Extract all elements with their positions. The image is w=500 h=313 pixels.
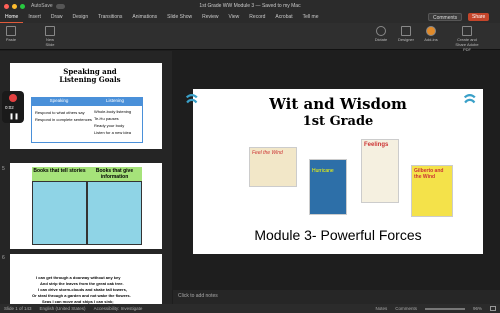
speaking-header: Speaking bbox=[31, 97, 87, 105]
listening-item: Listen for a new idea bbox=[94, 130, 131, 135]
notes-placeholder: Click to add notes bbox=[178, 293, 218, 299]
slide-editor[interactable]: ꩰ ꩰ Wit and Wisdom 1st Grade Feel the Wi… bbox=[173, 51, 500, 290]
notes-toggle[interactable]: Notes bbox=[375, 306, 387, 311]
tab-acrobat[interactable]: Acrobat bbox=[270, 12, 297, 23]
status-bar: Slide 1 of 143 English (United States) A… bbox=[0, 304, 500, 313]
comments-label: Comments bbox=[433, 15, 458, 21]
ribbon-tabs: Home Insert Draw Design Transitions Animation… bbox=[0, 12, 500, 23]
new-slide-button[interactable]: New Slide bbox=[42, 26, 58, 47]
speaking-item: Respond in complete sentences bbox=[35, 117, 92, 122]
pause-icon[interactable]: ❚❚ bbox=[9, 113, 19, 120]
comments-toggle[interactable]: Comments bbox=[395, 306, 417, 311]
designer-label: Designer bbox=[397, 37, 414, 42]
book-cover-hurricane: Hurricane bbox=[309, 159, 347, 215]
addins-label: Add-ins bbox=[424, 37, 438, 42]
speaking-listening-title: Speaking and Listening Goals bbox=[59, 67, 121, 84]
share-label: Share bbox=[472, 14, 486, 20]
slide-subtitle: Module 3- Powerful Forces bbox=[254, 227, 422, 243]
addins-icon bbox=[426, 26, 436, 36]
notes-pane[interactable]: Click to add notes bbox=[173, 290, 500, 304]
ribbon-toolbar: Paste New Slide Dictate Designer Add-ins… bbox=[0, 23, 500, 52]
tab-transitions[interactable]: Transitions bbox=[93, 12, 127, 23]
zoom-slider[interactable] bbox=[424, 307, 465, 310]
title-bar: AutoSave 1st Grade WW Module 3 — Saved t… bbox=[0, 0, 500, 12]
current-slide[interactable]: ꩰ ꩰ Wit and Wisdom 1st Grade Feel the Wi… bbox=[193, 89, 483, 254]
accessibility-checker[interactable]: Accessibility: Investigate bbox=[94, 306, 143, 311]
tab-design[interactable]: Design bbox=[68, 12, 94, 23]
stories-header: Books that tell stories bbox=[32, 167, 87, 181]
book-title: Gilberto and the Wind bbox=[414, 168, 444, 180]
slide-thumbnail-6[interactable]: I can get through a doorway without any … bbox=[10, 254, 162, 304]
speaking-item: Respond to what others say bbox=[35, 110, 85, 115]
language-indicator[interactable]: English (United States) bbox=[40, 306, 86, 311]
comments-button[interactable]: Comments bbox=[428, 13, 463, 21]
zoom-level[interactable]: 96% bbox=[473, 306, 482, 311]
new-slide-label: New Slide bbox=[45, 37, 55, 47]
book-cover-feelings: Feelings bbox=[361, 139, 399, 203]
adobe-pdf-icon bbox=[462, 26, 472, 36]
recording-timer: 0:02 bbox=[5, 105, 14, 110]
information-header: Books that give information bbox=[87, 167, 142, 181]
listening-header: Listening bbox=[87, 97, 143, 105]
addins-button[interactable]: Add-ins bbox=[422, 26, 440, 42]
poem-line: I can get through a doorway without any … bbox=[36, 275, 121, 280]
slide-counter: Slide 1 of 143 bbox=[4, 306, 32, 311]
share-button[interactable]: Share bbox=[468, 13, 490, 21]
adobe-pdf-label: Create and Share Adobe PDF bbox=[455, 37, 479, 52]
goals-table: Respond to what others say Respond in co… bbox=[31, 105, 143, 143]
slide-thumbnail-4[interactable]: Speaking and Listening Goals Speaking Li… bbox=[10, 63, 162, 149]
tab-insert[interactable]: Insert bbox=[23, 12, 46, 23]
designer-button[interactable]: Designer bbox=[397, 26, 415, 42]
book-title: Hurricane bbox=[312, 168, 334, 174]
listening-item: Whole-body listening bbox=[94, 109, 132, 114]
tab-draw[interactable]: Draw bbox=[46, 12, 68, 23]
slide-grade: 1st Grade bbox=[302, 114, 374, 129]
tab-slide-show[interactable]: Slide Show bbox=[162, 12, 197, 23]
microphone-icon bbox=[376, 26, 386, 36]
adobe-pdf-button[interactable]: Create and Share Adobe PDF bbox=[452, 26, 482, 52]
document-title: 1st Grade WW Module 3 — Saved to my Mac bbox=[199, 3, 301, 9]
slide-thumbnails-pane[interactable]: Speaking and Listening Goals Speaking Li… bbox=[0, 51, 172, 304]
record-button[interactable] bbox=[9, 94, 17, 102]
paste-button[interactable]: Paste bbox=[4, 26, 18, 42]
tab-record[interactable]: Record bbox=[244, 12, 270, 23]
clipboard-icon bbox=[6, 26, 16, 36]
tab-home[interactable]: Home bbox=[0, 12, 24, 23]
book-title: Feelings bbox=[364, 142, 389, 148]
listening-item: Ready your body bbox=[94, 123, 125, 128]
book-cover-gilberto: Gilberto and the Wind bbox=[411, 165, 453, 217]
recording-controls: 0:02 ❚❚ bbox=[2, 91, 24, 123]
poem-line: And strip the leaves from the great oak … bbox=[40, 281, 124, 286]
tab-review[interactable]: Review bbox=[197, 12, 223, 23]
tab-tell-me[interactable]: Tell me bbox=[298, 12, 324, 23]
designer-icon bbox=[401, 26, 411, 36]
book-cover-feel-the-wind: Feel the Wind bbox=[249, 147, 297, 187]
tab-view[interactable]: View bbox=[224, 12, 245, 23]
slide-thumbnail-5[interactable]: Books that tell stories Books that give … bbox=[10, 163, 162, 249]
paste-label: Paste bbox=[5, 37, 17, 42]
poem-line: I can drive storm-clouds and shake tall … bbox=[38, 287, 127, 292]
tab-animations[interactable]: Animations bbox=[127, 12, 162, 23]
dictate-button[interactable]: Dictate bbox=[373, 26, 389, 42]
new-slide-icon bbox=[45, 26, 55, 36]
slide-number-6: 6 bbox=[2, 255, 5, 261]
slide-number-5: 5 bbox=[2, 166, 5, 172]
listening-item: Te-Hu pauses bbox=[94, 116, 119, 121]
poem-line: Or steal through a garden and not wake t… bbox=[32, 293, 131, 298]
slide-title: Wit and Wisdom bbox=[269, 95, 407, 113]
fit-slide-icon[interactable] bbox=[490, 306, 496, 311]
book-title: Feel the Wind bbox=[252, 150, 283, 156]
dictate-label: Dictate bbox=[374, 37, 388, 42]
stories-column bbox=[32, 181, 87, 245]
information-column bbox=[87, 181, 142, 245]
